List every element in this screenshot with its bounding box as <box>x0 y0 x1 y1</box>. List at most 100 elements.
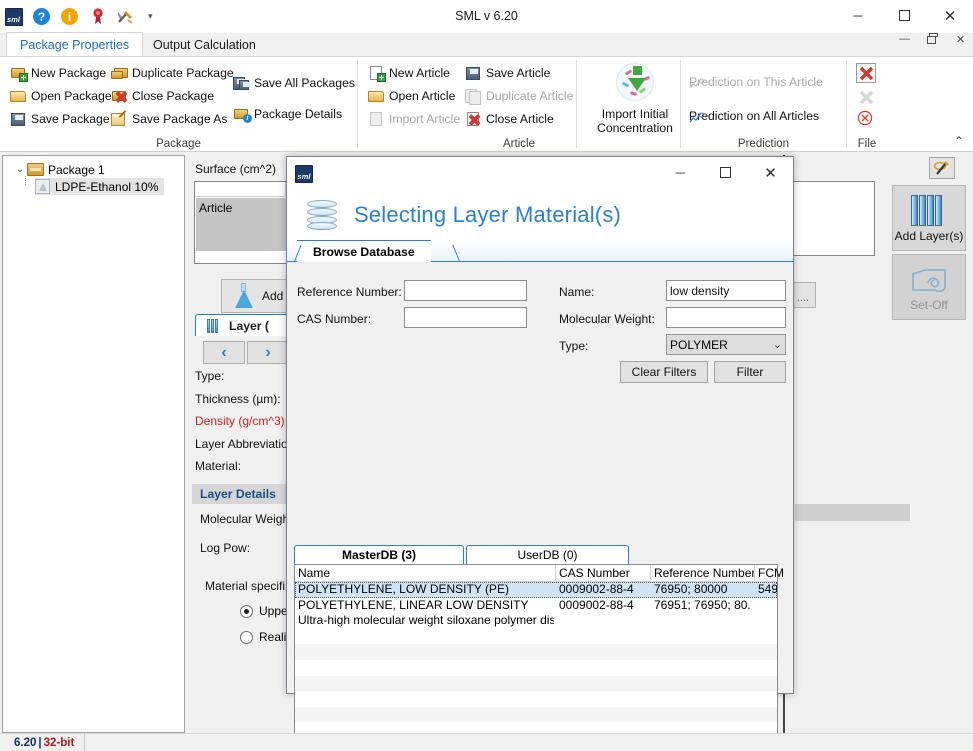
field-label-material: Material: <box>195 459 241 473</box>
title-bar: sml ? i ​▾ SML v 6.20 ─ ✕ <box>0 0 973 33</box>
ribbon-duplicate-article: Duplicate Article <box>465 88 573 104</box>
next-layer-nav-button[interactable]: › <box>247 341 289 364</box>
ribbon-exit-button[interactable] <box>857 110 879 132</box>
layer-stack-icon <box>206 318 223 334</box>
ribbon-new-article[interactable]: New Article <box>368 65 450 81</box>
window-minimize-button[interactable]: ─ <box>835 0 881 31</box>
reference-number-input[interactable] <box>404 280 527 301</box>
ribbon-prediction-this-article: Prediction on This Article <box>689 75 823 89</box>
table-row-empty[interactable] <box>295 629 777 645</box>
ribbon-import-initial-concentration[interactable]: Import Initial Concentration <box>583 63 687 135</box>
ribbon-open-package[interactable]: Open Package <box>10 88 112 104</box>
radio-upper[interactable]: Uppe <box>240 604 288 618</box>
clear-filters-button[interactable]: Clear Filters <box>620 361 708 383</box>
cas-number-input[interactable] <box>404 307 527 328</box>
status-version-cell: 6.20 | 32-bit <box>0 734 85 751</box>
add-layers-button[interactable]: Add Layer(s) <box>892 185 966 251</box>
table-row[interactable]: POLYETHYLENE, LINEAR LOW DENSITY 0009002-… <box>295 598 777 614</box>
previous-layer-nav-button[interactable]: ‹ <box>203 341 245 364</box>
material-list-view[interactable]: Name CAS Number Reference Number FCM POL… <box>294 564 778 751</box>
table-row[interactable]: POLYETHYLENE, LOW DENSITY (PE)0009002-88… <box>295 582 777 598</box>
ribbon-save-package[interactable]: Save Package <box>10 111 110 127</box>
new-package-icon <box>10 65 27 81</box>
field-label-log-pow: Log Pow: <box>200 541 250 555</box>
column-header-name[interactable]: Name <box>298 566 330 580</box>
layer-list-box[interactable] <box>782 181 875 256</box>
close-package-icon <box>111 88 128 104</box>
dialog-app-badge: sml <box>295 165 313 183</box>
table-row-empty[interactable] <box>295 691 777 707</box>
tab-masterdb[interactable]: MasterDB (3) <box>294 545 464 564</box>
tree-node-package-label: Package 1 <box>48 163 105 177</box>
ribbon-collapse-button[interactable]: ⌃ <box>954 134 964 148</box>
cell-name: POLYETHYLENE, LOW DENSITY (PE) <box>298 582 554 596</box>
set-off-button: Set-Off <box>892 254 966 320</box>
article-grid-cell-article: Article <box>199 201 232 215</box>
ribbon-separator-article-inner <box>576 60 577 148</box>
tab-output-calculation[interactable]: Output Calculation <box>140 32 269 57</box>
name-label: Name: <box>559 285 594 299</box>
tab-package-properties[interactable]: Package Properties <box>6 32 143 57</box>
radio-realistic[interactable]: Realis <box>240 630 292 644</box>
ribbon-package-details[interactable]: i Package Details <box>233 106 342 122</box>
ribbon-save-article[interactable]: Save Article <box>465 65 550 81</box>
ribbon-new-package[interactable]: New Package <box>10 65 106 81</box>
radio-upper-indicator[interactable] <box>240 605 253 618</box>
table-row-empty[interactable] <box>295 660 777 676</box>
dialog-minimize-button[interactable]: ─ <box>658 157 703 188</box>
filter-button[interactable]: Filter <box>714 361 786 383</box>
save-package-icon <box>10 111 27 127</box>
ribbon-duplicate-package[interactable]: Duplicate Package <box>111 65 234 81</box>
table-row-empty[interactable] <box>295 707 777 723</box>
ribbon-open-article[interactable]: Open Article <box>368 88 455 104</box>
molecular-weight-label: Molecular Weight: <box>559 312 655 326</box>
tab-userdb[interactable]: UserDB (0) <box>466 545 629 564</box>
dialog-heading: Selecting Layer Material(s) <box>354 202 621 228</box>
radio-realistic-indicator[interactable] <box>240 631 253 644</box>
dialog-close-button[interactable]: ✕ <box>748 157 793 188</box>
flask-icon <box>232 283 254 309</box>
import-article-icon <box>368 111 385 127</box>
dialog-window-controls: ─ ✕ <box>658 157 793 188</box>
ribbon-prediction-all-articles[interactable]: Prediction on All Articles <box>689 109 819 123</box>
ribbon-close-file-button[interactable] <box>856 63 878 85</box>
cell-cas: 0009002-88-4 <box>559 598 647 612</box>
table-row-empty[interactable] <box>295 644 777 660</box>
cas-number-label: CAS Number: <box>297 312 371 326</box>
chevron-down-icon[interactable]: ⌄ <box>13 164 27 175</box>
field-label-molecular-weight: Molecular Weigh <box>200 512 289 526</box>
material-wizard-button[interactable] <box>929 157 955 179</box>
column-header-cas[interactable]: CAS Number <box>559 566 630 580</box>
window-title: SML v 6.20 <box>0 9 973 23</box>
cell-name: Ultra-high molecular weight siloxane pol… <box>298 613 554 627</box>
cell-ref: 76951; 76950; 80... <box>654 598 750 612</box>
ribbon-close-package[interactable]: Close Package <box>111 88 214 104</box>
name-input[interactable]: low density <box>666 280 786 301</box>
open-article-icon <box>368 88 385 104</box>
table-row[interactable]: Ultra-high molecular weight siloxane pol… <box>295 613 777 629</box>
molecular-weight-input[interactable] <box>666 307 786 328</box>
window-maximize-button[interactable] <box>881 0 927 31</box>
status-bitness: 32-bit <box>44 737 75 749</box>
tab-browse-database[interactable]: Browse Database <box>297 240 431 262</box>
material-list-rows: POLYETHYLENE, LOW DENSITY (PE) 0009002-88… <box>295 582 777 751</box>
window-close-button[interactable]: ✕ <box>927 0 973 31</box>
ribbon-close-article[interactable]: Close Article <box>465 111 554 127</box>
ribbon-save-all-packages[interactable]: Save All Packages <box>233 75 355 91</box>
save-all-packages-icon <box>233 75 250 91</box>
ribbon-save-package-as[interactable]: Save Package As <box>111 111 228 127</box>
reference-number-label: Reference Number: <box>297 285 402 299</box>
table-row-empty[interactable] <box>295 676 777 692</box>
dialog-maximize-button[interactable] <box>703 157 748 188</box>
dialog-title-bar[interactable]: sml ─ ✕ <box>287 157 793 190</box>
set-off-icon <box>909 264 949 296</box>
column-header-fcm[interactable]: FCM <box>758 566 784 580</box>
tree-node-package[interactable]: ⌄ Package 1 <box>13 161 105 178</box>
tree-node-article[interactable]: LDPE-Ethanol 10% <box>35 178 164 195</box>
ribbon-tab-strip: Package Properties Output Calculation <box>0 32 973 56</box>
package-tree-panel[interactable]: ⌄ Package 1 LDPE-Ethanol 10% <box>2 155 185 733</box>
column-header-ref[interactable]: Reference Number <box>654 566 755 580</box>
cell-name: POLYETHYLENE, LINEAR LOW DENSITY <box>298 598 554 612</box>
type-label: Type: <box>559 339 588 353</box>
type-select[interactable]: POLYMER ⌄ <box>666 334 786 355</box>
